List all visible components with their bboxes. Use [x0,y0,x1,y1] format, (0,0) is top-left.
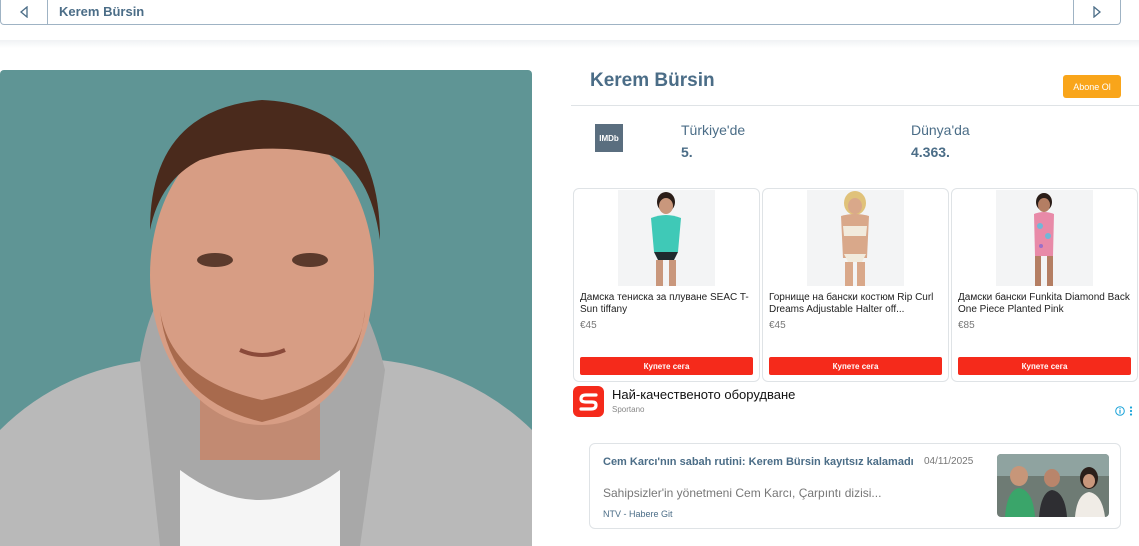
world-rank-label: Dünya'da [911,122,970,138]
product-card[interactable]: Горнище на бански костюм Rip Curl Dreams… [762,188,949,382]
topbar-title: Kerem Bürsin [59,4,145,19]
product-card[interactable]: Дамски бански Funkita Diamond Back One P… [951,188,1138,382]
turkey-rank-value: 5. [681,144,693,160]
news-source-link[interactable]: NTV - Habere Git [603,509,673,519]
previous-button[interactable] [1,0,48,24]
next-button[interactable] [1073,0,1120,24]
news-title[interactable]: Cem Karcı'nın sabah rutini: Kerem Bürsin… [603,456,914,468]
world-rank-value: 4.363. [911,144,950,160]
product-title: Горнище на бански костюм Rip Curl Dreams… [769,292,934,315]
product-price: €45 [580,320,597,331]
news-thumbnail[interactable] [997,454,1109,517]
news-snippet: Sahipsizler'in yönetmeni Cem Karcı, Çarp… [603,486,882,500]
product-image [807,190,904,286]
profile-photo [0,70,532,546]
buy-now-button[interactable]: Купете сега [580,357,753,375]
ad-headline[interactable]: Най-качественото оборудване [612,387,795,402]
product-card[interactable]: Дамска тениска за плуване SEAC T-Sun tif… [573,188,760,382]
info-icon[interactable] [1115,406,1125,416]
product-price: €85 [958,320,975,331]
imdb-icon: IMDb [595,124,623,152]
news-date: 04/11/2025 [924,456,974,467]
subscribe-button[interactable]: Abone Ol [1063,75,1121,98]
product-image [996,190,1093,286]
chevron-left-icon [19,6,28,18]
header-shadow [0,40,1139,48]
more-options-icon[interactable] [1129,406,1133,416]
sportano-logo-icon[interactable] [573,386,604,417]
product-title: Дамски бански Funkita Diamond Back One P… [958,292,1130,315]
turkey-rank-label: Türkiye'de [681,122,746,138]
ad-choices[interactable] [1115,406,1133,416]
ad-brand-name: Sportano [612,405,645,414]
divider [571,105,1139,106]
top-navigation-bar: Kerem Bürsin [0,0,1121,25]
product-title: Дамска тениска за плуване SEAC T-Sun tif… [580,292,749,315]
buy-now-button[interactable]: Купете сега [958,357,1131,375]
news-card[interactable]: Cem Karcı'nın sabah rutini: Kerem Bürsin… [589,443,1121,529]
profile-name: Kerem Bürsin [590,70,715,91]
product-price: €45 [769,320,786,331]
buy-now-button[interactable]: Купете сега [769,357,942,375]
chevron-right-icon [1093,6,1102,18]
product-image [618,190,715,286]
